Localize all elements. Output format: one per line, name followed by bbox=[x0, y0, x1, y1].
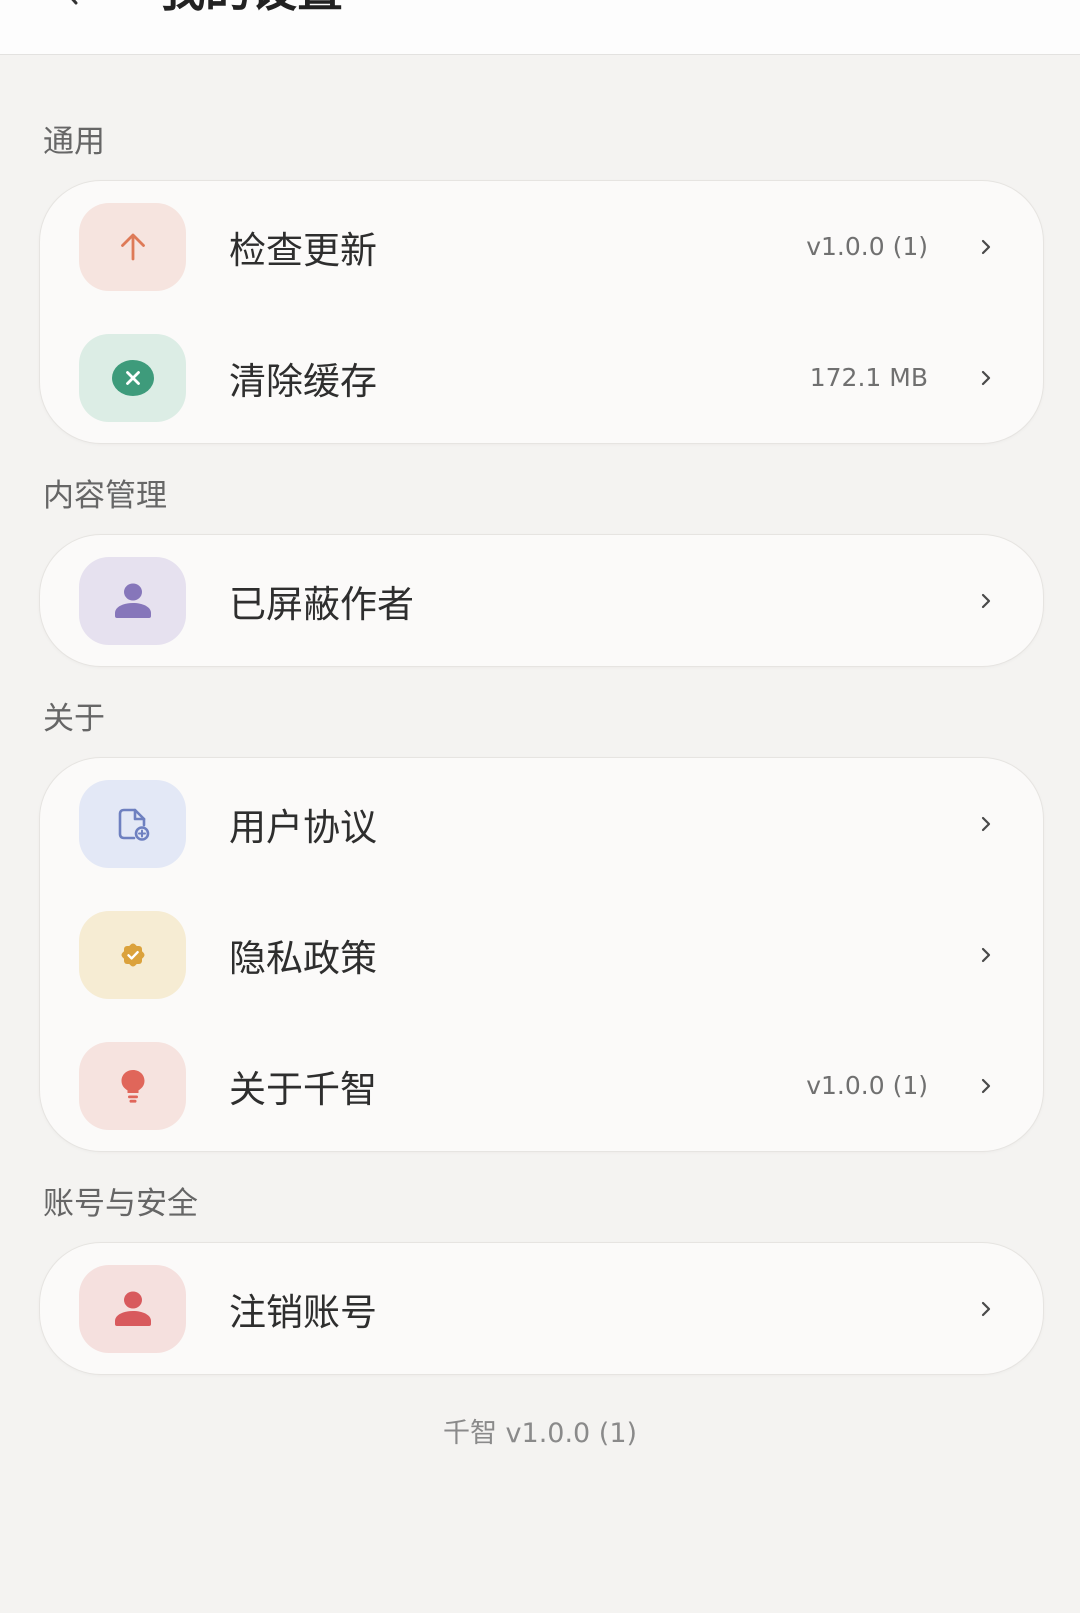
top-app-bar: 我的设置 bbox=[0, 0, 1080, 55]
clear-cache-icon-box bbox=[79, 333, 186, 422]
person-icon bbox=[114, 583, 151, 618]
chevron-right-icon bbox=[981, 1301, 991, 1316]
cache-size-value: 172.1 MB bbox=[809, 363, 928, 392]
person-icon bbox=[114, 1291, 151, 1326]
chevron-right-icon bbox=[981, 239, 991, 254]
settings-card-account-security: 注销账号 bbox=[39, 1242, 1044, 1375]
settings-list: 通用 检查更新 v1.0.0 (1) 清除缓存 172.1 MB 内容管理 已屏… bbox=[39, 55, 1044, 1375]
section-label-general: 通用 bbox=[43, 124, 105, 160]
user-agreement-row[interactable]: 用户协议 bbox=[40, 758, 1043, 889]
page-title: 我的设置 bbox=[159, 0, 343, 13]
clear-cache-row[interactable]: 清除缓存 172.1 MB bbox=[40, 312, 1043, 443]
chevron-right-icon bbox=[981, 370, 991, 385]
blocked-authors-row[interactable]: 已屏蔽作者 bbox=[40, 535, 1043, 666]
section-label-account-security: 账号与安全 bbox=[43, 1186, 198, 1222]
blocked-authors-icon-box bbox=[79, 556, 186, 645]
clear-cache-label: 清除缓存 bbox=[229, 359, 377, 403]
about-app-row[interactable]: 关于千智 v1.0.0 (1) bbox=[40, 1020, 1043, 1151]
check-update-row[interactable]: 检查更新 v1.0.0 (1) bbox=[40, 181, 1043, 312]
lightbulb-icon bbox=[121, 1069, 144, 1103]
back-button[interactable] bbox=[52, 0, 82, 5]
about-app-icon-box bbox=[79, 1041, 186, 1130]
delete-account-label: 注销账号 bbox=[229, 1290, 377, 1334]
arrow-up-icon bbox=[120, 233, 145, 260]
privacy-policy-label: 隐私政策 bbox=[229, 936, 377, 980]
document-icon bbox=[118, 808, 149, 841]
check-update-label: 检查更新 bbox=[229, 228, 377, 272]
check-update-icon-box bbox=[79, 202, 186, 291]
delete-account-icon-box bbox=[79, 1264, 186, 1353]
footer-version: 千智 v1.0.0 (1) bbox=[442, 1418, 638, 1449]
verified-badge-icon bbox=[121, 943, 144, 966]
privacy-policy-row[interactable]: 隐私政策 bbox=[40, 889, 1043, 1020]
section-label-content-management: 内容管理 bbox=[43, 478, 167, 514]
clear-circle-icon bbox=[111, 359, 154, 396]
settings-card-content-management: 已屏蔽作者 bbox=[39, 534, 1044, 667]
delete-account-row[interactable]: 注销账号 bbox=[40, 1243, 1043, 1374]
section-label-about: 关于 bbox=[43, 701, 105, 737]
user-agreement-icon-box bbox=[79, 779, 186, 868]
user-agreement-label: 用户协议 bbox=[229, 805, 377, 849]
chevron-right-icon bbox=[981, 1078, 991, 1093]
chevron-right-icon bbox=[981, 947, 991, 962]
settings-card-general: 检查更新 v1.0.0 (1) 清除缓存 172.1 MB bbox=[39, 180, 1044, 444]
chevron-right-icon bbox=[981, 593, 991, 608]
blocked-authors-label: 已屏蔽作者 bbox=[229, 582, 414, 626]
privacy-policy-icon-box bbox=[79, 910, 186, 999]
about-app-label: 关于千智 bbox=[229, 1067, 377, 1111]
settings-card-about: 用户协议 隐私政策 关于千智 v1.0.0 (1) bbox=[39, 757, 1044, 1152]
chevron-left-icon bbox=[71, 0, 78, 5]
current-version-value: v1.0.0 (1) bbox=[806, 232, 928, 261]
app-version-value: v1.0.0 (1) bbox=[806, 1071, 928, 1100]
chevron-right-icon bbox=[981, 816, 991, 831]
